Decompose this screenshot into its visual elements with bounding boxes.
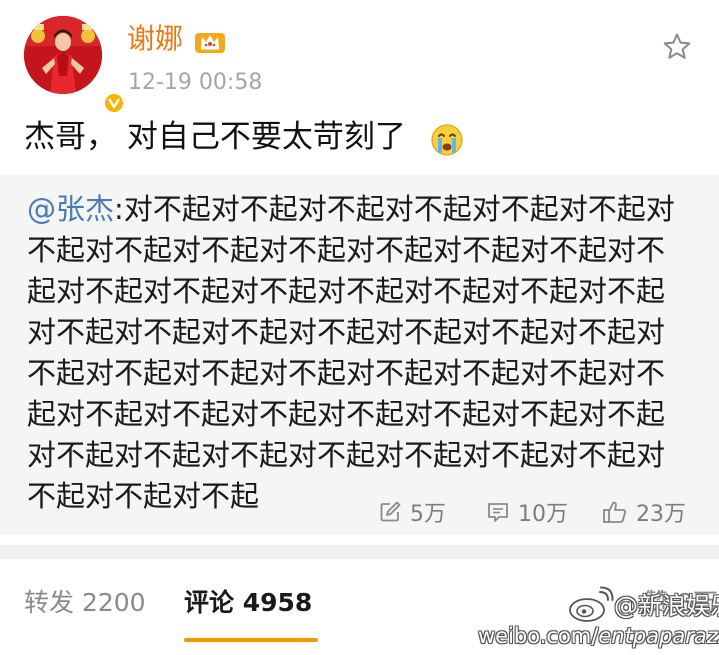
- quoted-comment-count-label: 10万: [518, 502, 568, 527]
- post-text: 杰哥， 对自己不要太苛刻了: [24, 119, 406, 155]
- comment-icon: [488, 503, 508, 522]
- active-tab-indicator: [184, 638, 318, 642]
- quoted-post[interactable]: @张杰:对不起对不起对不起对不起对不起对不起对不起对不起对不起对不起对不起对不起…: [0, 175, 719, 535]
- favorite-button[interactable]: [660, 30, 694, 64]
- watermark-url-domain: weibo.com/: [478, 624, 599, 648]
- watermark-url-path: entpaparazzi: [598, 624, 719, 648]
- mention-separator: :: [114, 192, 124, 226]
- repost-icon: [380, 501, 401, 522]
- star-outline-icon: [663, 33, 691, 59]
- quoted-post-body: 对不起对不起对不起对不起对不起对不起对不起对不起对不起对不起对不起对不起对不起对…: [27, 192, 675, 513]
- quoted-repost-count-label: 5万: [410, 502, 446, 527]
- post-timestamp: 12-19 00:58: [128, 70, 263, 95]
- watermark-name: @新浪娱乐: [614, 592, 719, 620]
- crying-face-emoji: [430, 122, 464, 158]
- tab-comment[interactable]: 评论 4958: [184, 590, 312, 615]
- verified-v-icon: [103, 92, 125, 114]
- username[interactable]: 谢娜: [127, 25, 183, 53]
- mention-link[interactable]: @张杰: [27, 192, 114, 226]
- quoted-post-text: @张杰:对不起对不起对不起对不起对不起对不起对不起对不起对不起对不起对不起对不起…: [27, 189, 687, 517]
- thumbs-up-icon: [603, 501, 626, 523]
- tab-repost[interactable]: 转发 2200: [24, 590, 146, 615]
- quoted-repost-count[interactable]: 5万: [378, 498, 446, 527]
- quoted-like-count-label: 23万: [636, 502, 686, 527]
- quoted-like-count[interactable]: 23万: [602, 498, 686, 527]
- weibo-post-page: 谢娜 12-19 00:58 杰哥， 对自己不要太苛刻了 @张杰:对不起对不起对…: [0, 0, 719, 655]
- section-divider: [0, 545, 719, 559]
- quoted-comment-count[interactable]: 10万: [486, 498, 568, 527]
- crown-icon[interactable]: [195, 27, 225, 55]
- weibo-logo-icon: [566, 586, 614, 624]
- avatar[interactable]: [24, 16, 125, 114]
- avatar-image: [24, 16, 102, 94]
- watermark-url: weibo.com/entpaparazzi: [478, 626, 719, 647]
